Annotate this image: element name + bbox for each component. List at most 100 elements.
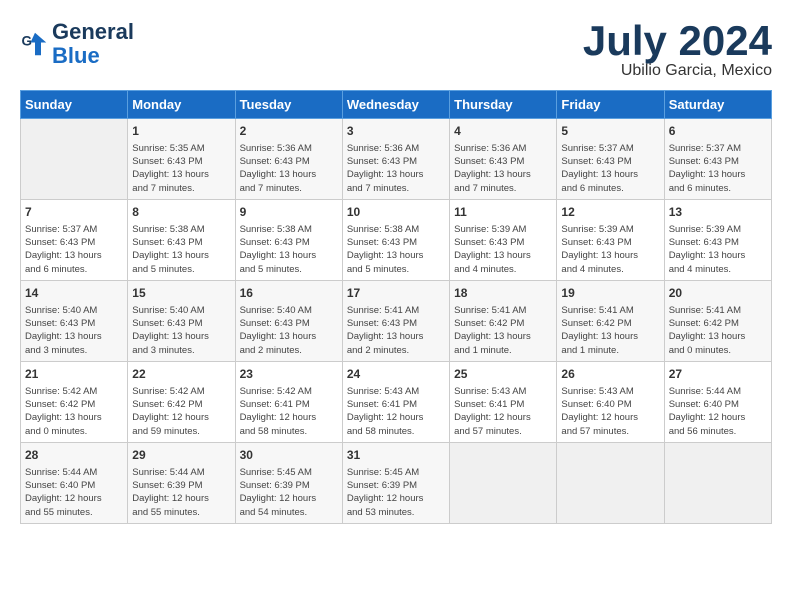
day-header-wednesday: Wednesday (342, 91, 449, 119)
day-info: Sunrise: 5:44 AM Sunset: 6:39 PM Dayligh… (132, 466, 230, 519)
calendar-cell: 18 Sunrise: 5:41 AM Sunset: 6:42 PM Dayli… (450, 280, 557, 361)
calendar-cell: 8 Sunrise: 5:38 AM Sunset: 6:43 PM Daylig… (128, 199, 235, 280)
calendar-cell: 27 Sunrise: 5:44 AM Sunset: 6:40 PM Dayli… (664, 361, 771, 442)
day-info: Sunrise: 5:45 AM Sunset: 6:39 PM Dayligh… (347, 466, 445, 519)
calendar-cell: 20 Sunrise: 5:41 AM Sunset: 6:42 PM Dayli… (664, 280, 771, 361)
day-number: 22 (132, 366, 230, 383)
day-info: Sunrise: 5:43 AM Sunset: 6:41 PM Dayligh… (454, 385, 552, 438)
day-info: Sunrise: 5:41 AM Sunset: 6:42 PM Dayligh… (669, 304, 767, 357)
day-info: Sunrise: 5:44 AM Sunset: 6:40 PM Dayligh… (25, 466, 123, 519)
calendar-cell: 19 Sunrise: 5:41 AM Sunset: 6:42 PM Dayli… (557, 280, 664, 361)
day-number: 21 (25, 366, 123, 383)
calendar-cell: 22Sunrise: 5:42 AM Sunset: 6:42 PM Dayli… (128, 361, 235, 442)
day-info: Sunrise: 5:44 AM Sunset: 6:40 PM Dayligh… (669, 385, 767, 438)
calendar-cell: 21 Sunrise: 5:42 AM Sunset: 6:42 PM Dayli… (21, 361, 128, 442)
day-info: Sunrise: 5:38 AM Sunset: 6:43 PM Dayligh… (240, 223, 338, 276)
day-number: 30 (240, 447, 338, 464)
day-number: 10 (347, 204, 445, 221)
calendar-header-row: SundayMondayTuesdayWednesdayThursdayFrid… (21, 91, 772, 119)
day-number: 6 (669, 123, 767, 140)
calendar-cell: 6 Sunrise: 5:37 AM Sunset: 6:43 PM Daylig… (664, 119, 771, 200)
calendar-cell: 10 Sunrise: 5:38 AM Sunset: 6:43 PM Dayli… (342, 199, 449, 280)
calendar-cell: 9Sunrise: 5:38 AM Sunset: 6:43 PM Daylig… (235, 199, 342, 280)
day-number: 19 (561, 285, 659, 302)
calendar-week-row: 28Sunrise: 5:44 AM Sunset: 6:40 PM Dayli… (21, 442, 772, 523)
day-info: Sunrise: 5:43 AM Sunset: 6:41 PM Dayligh… (347, 385, 445, 438)
calendar-cell: 17Sunrise: 5:41 AM Sunset: 6:43 PM Dayli… (342, 280, 449, 361)
day-number: 26 (561, 366, 659, 383)
day-info: Sunrise: 5:37 AM Sunset: 6:43 PM Dayligh… (669, 142, 767, 195)
logo: G General Blue (20, 20, 134, 68)
day-number: 24 (347, 366, 445, 383)
day-header-tuesday: Tuesday (235, 91, 342, 119)
day-number: 16 (240, 285, 338, 302)
title-block: July 2024 Ubilio Garcia, Mexico (583, 20, 772, 80)
day-number: 1 (132, 123, 230, 140)
day-info: Sunrise: 5:35 AM Sunset: 6:43 PM Dayligh… (132, 142, 230, 195)
day-info: Sunrise: 5:37 AM Sunset: 6:43 PM Dayligh… (25, 223, 123, 276)
calendar-cell: 7Sunrise: 5:37 AM Sunset: 6:43 PM Daylig… (21, 199, 128, 280)
day-info: Sunrise: 5:36 AM Sunset: 6:43 PM Dayligh… (347, 142, 445, 195)
calendar-cell: 26 Sunrise: 5:43 AM Sunset: 6:40 PM Dayli… (557, 361, 664, 442)
svg-text:G: G (22, 34, 33, 49)
location-subtitle: Ubilio Garcia, Mexico (583, 62, 772, 80)
day-info: Sunrise: 5:40 AM Sunset: 6:43 PM Dayligh… (25, 304, 123, 357)
day-info: Sunrise: 5:38 AM Sunset: 6:43 PM Dayligh… (132, 223, 230, 276)
day-number: 3 (347, 123, 445, 140)
calendar-cell (450, 442, 557, 523)
calendar-week-row: 21 Sunrise: 5:42 AM Sunset: 6:42 PM Dayli… (21, 361, 772, 442)
day-info: Sunrise: 5:40 AM Sunset: 6:43 PM Dayligh… (132, 304, 230, 357)
calendar-cell: 23Sunrise: 5:42 AM Sunset: 6:41 PM Dayli… (235, 361, 342, 442)
day-number: 14 (25, 285, 123, 302)
calendar-cell: 1 Sunrise: 5:35 AM Sunset: 6:43 PM Daylig… (128, 119, 235, 200)
day-info: Sunrise: 5:42 AM Sunset: 6:42 PM Dayligh… (25, 385, 123, 438)
day-number: 25 (454, 366, 552, 383)
calendar-cell: 28Sunrise: 5:44 AM Sunset: 6:40 PM Dayli… (21, 442, 128, 523)
day-number: 18 (454, 285, 552, 302)
day-info: Sunrise: 5:41 AM Sunset: 6:42 PM Dayligh… (561, 304, 659, 357)
day-info: Sunrise: 5:40 AM Sunset: 6:43 PM Dayligh… (240, 304, 338, 357)
day-number: 20 (669, 285, 767, 302)
day-info: Sunrise: 5:37 AM Sunset: 6:43 PM Dayligh… (561, 142, 659, 195)
calendar-cell (21, 119, 128, 200)
month-title: July 2024 (583, 20, 772, 62)
calendar-week-row: 1 Sunrise: 5:35 AM Sunset: 6:43 PM Daylig… (21, 119, 772, 200)
day-header-monday: Monday (128, 91, 235, 119)
day-number: 11 (454, 204, 552, 221)
calendar-cell (664, 442, 771, 523)
calendar-cell: 16 Sunrise: 5:40 AM Sunset: 6:43 PM Dayli… (235, 280, 342, 361)
calendar-cell: 25 Sunrise: 5:43 AM Sunset: 6:41 PM Dayli… (450, 361, 557, 442)
calendar-cell: 12 Sunrise: 5:39 AM Sunset: 6:43 PM Dayli… (557, 199, 664, 280)
calendar-cell: 15 Sunrise: 5:40 AM Sunset: 6:43 PM Dayli… (128, 280, 235, 361)
logo-icon: G (20, 29, 50, 59)
calendar-week-row: 14 Sunrise: 5:40 AM Sunset: 6:43 PM Dayli… (21, 280, 772, 361)
calendar-cell: 31 Sunrise: 5:45 AM Sunset: 6:39 PM Dayli… (342, 442, 449, 523)
day-info: Sunrise: 5:39 AM Sunset: 6:43 PM Dayligh… (561, 223, 659, 276)
calendar-cell: 13Sunrise: 5:39 AM Sunset: 6:43 PM Dayli… (664, 199, 771, 280)
day-number: 17 (347, 285, 445, 302)
calendar-cell: 2Sunrise: 5:36 AM Sunset: 6:43 PM Daylig… (235, 119, 342, 200)
calendar-cell: 14 Sunrise: 5:40 AM Sunset: 6:43 PM Dayli… (21, 280, 128, 361)
day-number: 27 (669, 366, 767, 383)
day-info: Sunrise: 5:41 AM Sunset: 6:42 PM Dayligh… (454, 304, 552, 357)
calendar-cell: 5Sunrise: 5:37 AM Sunset: 6:43 PM Daylig… (557, 119, 664, 200)
logo-text: General Blue (52, 20, 134, 68)
day-number: 4 (454, 123, 552, 140)
page-header: G General Blue July 2024 Ubilio Garcia, … (20, 20, 772, 80)
calendar-week-row: 7Sunrise: 5:37 AM Sunset: 6:43 PM Daylig… (21, 199, 772, 280)
day-number: 15 (132, 285, 230, 302)
day-number: 8 (132, 204, 230, 221)
day-number: 23 (240, 366, 338, 383)
day-number: 31 (347, 447, 445, 464)
day-info: Sunrise: 5:39 AM Sunset: 6:43 PM Dayligh… (454, 223, 552, 276)
day-number: 12 (561, 204, 659, 221)
calendar-cell: 4 Sunrise: 5:36 AM Sunset: 6:43 PM Daylig… (450, 119, 557, 200)
day-header-saturday: Saturday (664, 91, 771, 119)
calendar-cell: 24 Sunrise: 5:43 AM Sunset: 6:41 PM Dayli… (342, 361, 449, 442)
day-info: Sunrise: 5:36 AM Sunset: 6:43 PM Dayligh… (454, 142, 552, 195)
day-header-friday: Friday (557, 91, 664, 119)
day-info: Sunrise: 5:38 AM Sunset: 6:43 PM Dayligh… (347, 223, 445, 276)
day-info: Sunrise: 5:43 AM Sunset: 6:40 PM Dayligh… (561, 385, 659, 438)
day-info: Sunrise: 5:36 AM Sunset: 6:43 PM Dayligh… (240, 142, 338, 195)
day-info: Sunrise: 5:39 AM Sunset: 6:43 PM Dayligh… (669, 223, 767, 276)
